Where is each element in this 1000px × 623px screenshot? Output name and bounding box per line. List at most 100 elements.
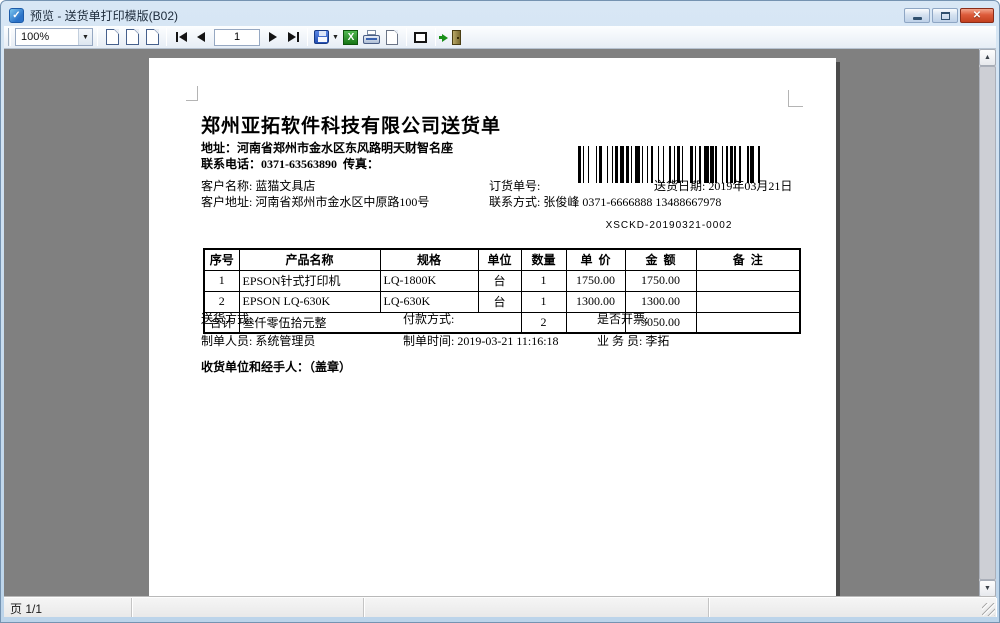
col-header: 单位 (478, 249, 521, 270)
first-page-button[interactable] (171, 27, 191, 47)
fit-width-button[interactable] (122, 27, 142, 47)
invoice-flag: 是否开票: (597, 310, 648, 327)
exit-door-icon (442, 30, 461, 45)
zoom-value: 100% (21, 31, 49, 43)
new-document-button[interactable] (382, 27, 402, 47)
cell-amount: 1750.00 (625, 270, 696, 291)
table-total-row: 合计 叁仟零伍拾元整 2 3050.00 (204, 312, 800, 333)
last-page-icon (297, 32, 299, 42)
actual-size-button[interactable] (142, 27, 162, 47)
save-button[interactable]: ▼ (312, 27, 341, 47)
status-page-info: 页 1/1 (4, 598, 132, 617)
cell-remark (696, 291, 800, 312)
receiver-line: 收货单位和经手人：（盖章） (201, 358, 351, 375)
company-phone: 联系电话：0371-63563890 传真： (201, 155, 379, 172)
cell-price: 1300.00 (566, 291, 625, 312)
last-page-icon (288, 32, 296, 42)
page-icon (146, 29, 159, 45)
col-header: 数量 (521, 249, 566, 270)
col-header: 规格 (380, 249, 478, 270)
close-icon: ✕ (973, 10, 981, 21)
status-panel (364, 598, 709, 617)
page-border-icon (414, 32, 427, 43)
create-time: 制单时间: 2019-03-21 11:16:18 (403, 332, 559, 349)
contact-info: 联系方式: 张俊峰 0371-6666888 13488667978 (489, 193, 721, 210)
page-number-input[interactable] (214, 29, 260, 46)
app-icon-glyph: ✓ (12, 10, 20, 21)
window-controls: ✕ (904, 8, 994, 23)
close-button[interactable]: ✕ (960, 8, 994, 23)
prev-page-button[interactable] (191, 27, 211, 47)
cell-unit: 台 (478, 270, 521, 291)
cell-remark (696, 270, 800, 291)
cell-amount: 1300.00 (625, 291, 696, 312)
preview-window: ✓ 预览 - 送货单打印模版(B02) ✕ 100% ▼ ▼ X (0, 0, 1000, 623)
company-address: 地址：河南省郑州市金水区东风路明天财智名座 (201, 139, 453, 156)
cell-product: EPSON LQ-630K (239, 291, 380, 312)
status-panel (709, 598, 996, 617)
scroll-up-button[interactable]: ▲ (979, 49, 996, 66)
save-menu-arrow-icon[interactable]: ▼ (332, 34, 339, 41)
customer-address: 客户地址: 河南省郑州市金水区中原路100号 (201, 193, 429, 210)
first-page-icon (176, 32, 178, 42)
col-header: 单 价 (566, 249, 625, 270)
empty-cell (696, 312, 800, 333)
cell-qty: 1 (521, 291, 566, 312)
excel-icon: X (343, 30, 358, 45)
salesman: 业 务 员: 李拓 (597, 332, 669, 349)
cell-seq: 2 (204, 291, 239, 312)
cell-price: 1750.00 (566, 270, 625, 291)
vertical-scrollbar[interactable]: ▲ ▼ (979, 49, 996, 597)
creator: 制单人员: 系统管理员 (201, 332, 315, 349)
last-page-button[interactable] (283, 27, 303, 47)
cell-spec: LQ-1800K (380, 270, 478, 291)
minimize-icon (913, 17, 922, 20)
title-bar: ✓ 预览 - 送货单打印模版(B02) ✕ (1, 1, 999, 26)
col-header: 备 注 (696, 249, 800, 270)
printer-icon (363, 30, 380, 44)
export-excel-button[interactable]: X (341, 27, 361, 47)
status-panel (132, 598, 364, 617)
next-page-icon (269, 32, 277, 42)
preview-area: 郑州亚拓软件科技有限公司送货单 地址：河南省郑州市金水区东风路明天财智名座 联系… (4, 49, 996, 597)
scroll-down-icon: ▼ (984, 585, 991, 592)
print-button[interactable] (361, 27, 382, 47)
order-number: 订货单号: (489, 177, 540, 194)
toolbar-separator (435, 28, 436, 46)
page-icon (126, 29, 139, 45)
col-header: 金 额 (625, 249, 696, 270)
prev-page-icon (197, 32, 205, 42)
cell-qty: 1 (521, 270, 566, 291)
chevron-down-icon: ▼ (78, 29, 92, 45)
scrollbar-thumb[interactable] (979, 66, 996, 580)
page-icon (106, 29, 119, 45)
table-row: 1 EPSON针式打印机 LQ-1800K 台 1 1750.00 1750.0… (204, 270, 800, 291)
resize-grip[interactable] (982, 603, 995, 616)
maximize-button[interactable] (932, 8, 958, 23)
items-table: 序号 产品名称 规格 单位 数量 单 价 金 额 备 注 1 (203, 248, 801, 334)
page-setup-button[interactable] (411, 27, 431, 47)
table-row: 2 EPSON LQ-630K LQ-630K 台 1 1300.00 1300… (204, 291, 800, 312)
minimize-button[interactable] (904, 8, 930, 23)
toolbar-separator (307, 28, 308, 46)
scroll-up-icon: ▲ (984, 54, 991, 61)
app-icon: ✓ (9, 8, 24, 23)
save-icon (314, 30, 329, 44)
zoom-select[interactable]: 100% ▼ (15, 28, 93, 46)
document-title: 郑州亚拓软件科技有限公司送货单 (201, 111, 501, 138)
margin-corner-mark (788, 90, 803, 107)
status-bar: 页 1/1 (4, 597, 996, 617)
toolbar: 100% ▼ ▼ X (4, 26, 996, 49)
cell-unit: 台 (478, 291, 521, 312)
cell-spec: LQ-630K (380, 291, 478, 312)
toolbar-separator (97, 28, 98, 46)
scroll-down-button[interactable]: ▼ (979, 580, 996, 597)
window-title: 预览 - 送货单打印模版(B02) (30, 7, 178, 24)
delivery-date: 送货日期: 2019年03月21日 (654, 177, 792, 194)
blank-page-icon (386, 30, 398, 45)
exit-preview-button[interactable] (440, 27, 463, 47)
delivery-method: 送货方式: (201, 310, 252, 327)
fit-page-button[interactable] (102, 27, 122, 47)
next-page-button[interactable] (263, 27, 283, 47)
col-header: 序号 (204, 249, 239, 270)
